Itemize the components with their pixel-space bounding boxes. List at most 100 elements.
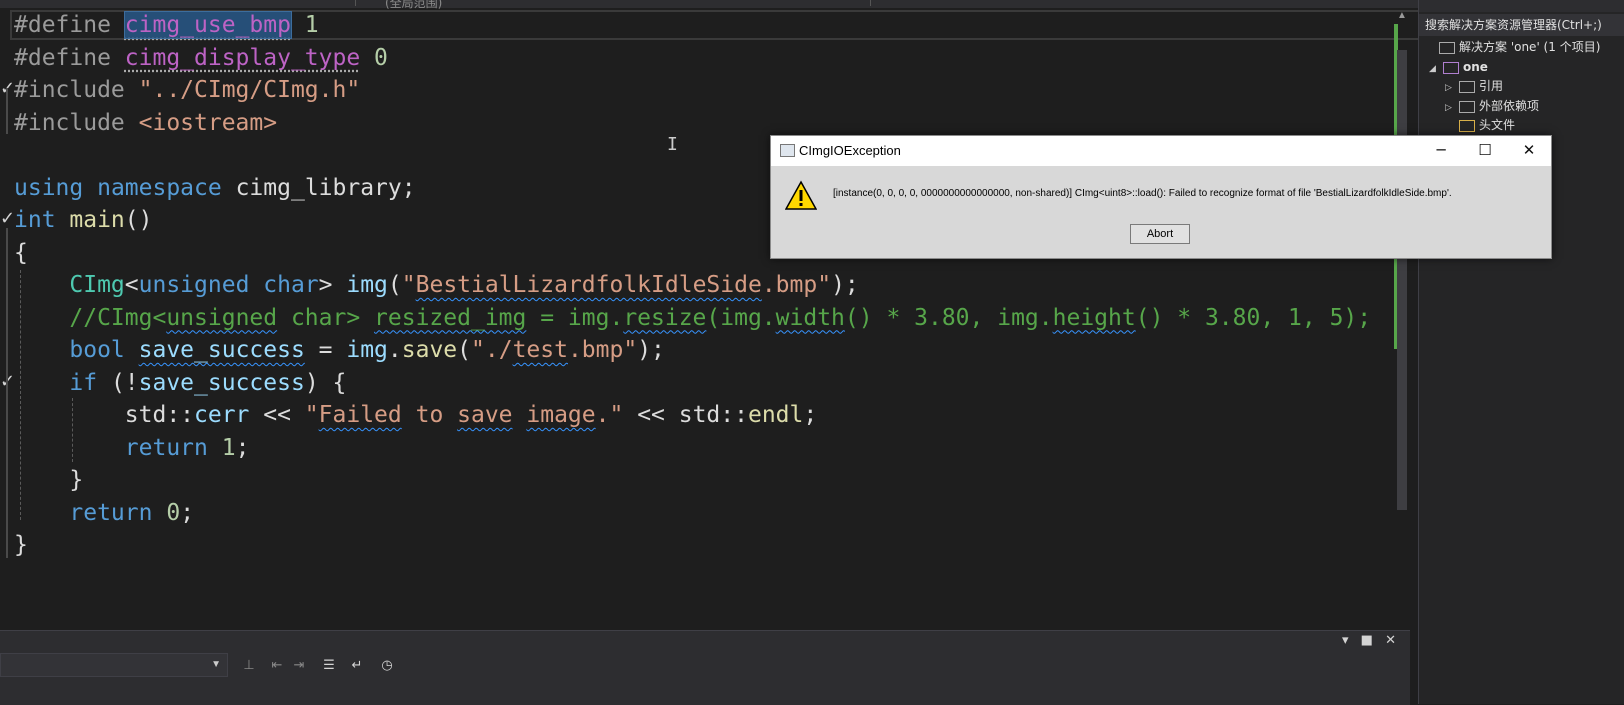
code-token: {	[14, 239, 28, 266]
minimize-button[interactable]: ─	[1419, 136, 1463, 164]
code-token: (	[387, 272, 402, 298]
vertical-scrollbar[interactable]: ▲	[1394, 10, 1410, 630]
code-token: img	[346, 272, 388, 298]
code-line[interactable]: int main()	[14, 203, 152, 237]
close-button[interactable]: ✕	[1507, 136, 1551, 164]
code-line[interactable]: }	[14, 528, 28, 562]
code-token: >	[318, 272, 347, 298]
panel-dropdown-icon[interactable]: ▾	[1342, 633, 1349, 648]
code-line[interactable]: #include "../CImg/CImg.h"	[14, 73, 360, 107]
expand-icon[interactable]: ◢	[1429, 60, 1443, 78]
code-editor[interactable]: (全局范围) #define cimg_use_bmp 1 #define cim…	[0, 0, 1440, 652]
solution-toolbar[interactable]	[1419, 0, 1624, 12]
code-token: =	[304, 337, 347, 363]
code-token: #define	[14, 44, 125, 71]
code-line[interactable]: {	[14, 236, 28, 270]
indent-left-icon[interactable]: ⇤	[268, 657, 286, 675]
code-line[interactable]: using namespace cimg_library;	[14, 171, 416, 205]
code-token: (	[457, 337, 472, 363]
fold-check-icon[interactable]: ✓	[0, 208, 15, 229]
code-token: return	[124, 434, 222, 461]
code-token: .	[387, 337, 402, 363]
error-message: [instance(0, 0, 0, 0, 0000000000000000, …	[833, 188, 1452, 199]
tree-item-project[interactable]: ◢ one	[1429, 58, 1488, 76]
panel-maximize-icon[interactable]: ■	[1361, 633, 1373, 648]
code-line[interactable]: CImg<unsigned char> img("BestialLizardfo…	[14, 268, 859, 302]
dialog-titlebar[interactable]: CImgIOException ─ ☐ ✕	[771, 136, 1551, 166]
code-token: height	[1052, 304, 1136, 331]
collapse-icon[interactable]: ▷	[1445, 79, 1459, 97]
window-icon	[780, 144, 795, 157]
wrap-icon[interactable]: ↵	[348, 657, 366, 675]
code-token: #define	[14, 12, 125, 38]
code-line[interactable]: #define cimg_display_type 0	[14, 41, 388, 75]
solution-search-input[interactable]: 搜索解决方案资源管理器(Ctrl+;)	[1419, 14, 1624, 36]
panel-header: ▾ ■ ✕	[0, 631, 1410, 653]
code-token: 0	[360, 44, 388, 71]
code-line[interactable]: #define cimg_use_bmp 1	[14, 8, 319, 42]
code-token: ;	[803, 402, 818, 428]
indent-guide	[20, 270, 21, 520]
code-token: <<	[249, 402, 305, 428]
clock-icon[interactable]: ◷	[378, 657, 396, 675]
fold-bracket	[6, 88, 8, 134]
code-line[interactable]: //CImg<unsigned char> resized_img = img.…	[14, 301, 1371, 335]
code-token: 1	[290, 12, 319, 38]
indent-right-icon[interactable]: ⇥	[290, 657, 308, 675]
tree-item-solution[interactable]: 解决方案 'one' (1 个项目)	[1425, 38, 1600, 56]
tree-item-header-files[interactable]: 头文件	[1445, 116, 1515, 134]
code-line[interactable]: return 0;	[14, 496, 194, 530]
maximize-button[interactable]: ☐	[1463, 136, 1507, 164]
code-token: ()	[124, 207, 153, 233]
code-token: "	[304, 402, 319, 428]
code-token: save_success	[138, 369, 305, 396]
code-token: "./	[471, 337, 513, 363]
code-token: }	[14, 467, 84, 493]
code-token: = img.	[526, 304, 624, 331]
scrollbar-thumb[interactable]	[1397, 50, 1407, 510]
code-token: 1	[221, 434, 236, 461]
code-token: #include	[14, 77, 139, 103]
abort-button[interactable]: Abort	[1130, 224, 1190, 244]
bottom-panel: ▾ ■ ✕ ▼ ⊥ ⇤ ⇥ ☰ ↵ ◷	[0, 630, 1410, 705]
align-icon[interactable]: ⊥	[240, 657, 258, 675]
code-line[interactable]: bool save_success = img.save("./test.bmp…	[14, 333, 665, 367]
code-token: resized_img	[374, 304, 527, 331]
code-token: () * 3.80, img.	[844, 304, 1053, 331]
panel-close-icon[interactable]: ✕	[1385, 633, 1396, 648]
code-token: std::	[14, 402, 195, 428]
code-token: bool	[69, 337, 139, 363]
code-token: () * 3.80, 1, 5);	[1135, 304, 1372, 331]
dialog-body: [instance(0, 0, 0, 0, 0000000000000000, …	[771, 166, 1551, 258]
output-source-dropdown[interactable]: ▼	[0, 653, 228, 677]
code-line[interactable]: return 1;	[14, 431, 250, 465]
code-line[interactable]: if (!save_success) {	[14, 366, 346, 400]
code-token: ;	[180, 499, 195, 526]
tree-item-references[interactable]: ▷ 引用	[1445, 77, 1503, 95]
code-token: );	[831, 272, 859, 298]
code-line[interactable]: std::cerr << "Failed to save image." << …	[14, 398, 817, 432]
code-token: "../CImg/CImg.h"	[138, 77, 361, 103]
code-token: cerr	[194, 402, 250, 428]
code-token: return	[69, 499, 167, 526]
list-icon[interactable]: ☰	[320, 657, 338, 675]
folder-icon	[1459, 119, 1475, 132]
code-token: save	[401, 337, 458, 363]
code-line[interactable]: #include <iostream>	[14, 106, 277, 140]
tree-item-external-deps[interactable]: ▷ 外部依赖项	[1445, 97, 1539, 115]
collapse-icon[interactable]: ▷	[1445, 99, 1459, 117]
code-token: "	[401, 272, 416, 298]
code-token: save_success	[138, 337, 305, 363]
solution-explorer: 搜索解决方案资源管理器(Ctrl+;) 解决方案 'one' (1 个项目) ◢…	[1418, 0, 1624, 704]
code-token: ;	[401, 174, 416, 201]
scroll-up-icon[interactable]: ▲	[1397, 10, 1407, 21]
code-line[interactable]: }	[14, 463, 83, 497]
code-token: save	[457, 402, 513, 428]
code-token: << std::	[623, 402, 748, 428]
code-token: (!	[97, 369, 139, 396]
code-token: .bmp"	[567, 337, 638, 363]
solution-icon	[1439, 41, 1455, 54]
code-token: endl	[747, 402, 804, 428]
